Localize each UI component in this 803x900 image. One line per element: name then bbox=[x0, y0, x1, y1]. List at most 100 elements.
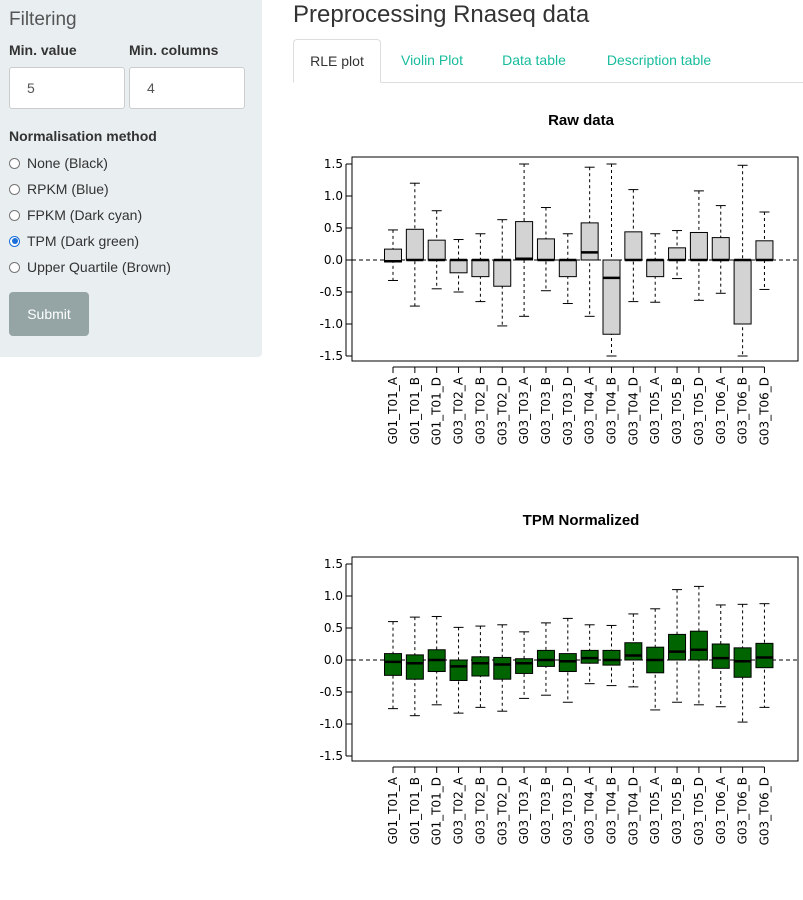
x-tick-label: G03_T05_B bbox=[670, 777, 684, 844]
box-body bbox=[493, 259, 512, 287]
box-body bbox=[711, 237, 730, 261]
box-body bbox=[755, 642, 774, 669]
tab-data-table[interactable]: Data table bbox=[489, 39, 579, 81]
x-tick-label: G03_T02_A bbox=[452, 376, 466, 444]
x-tick-label: G03_T06_A bbox=[714, 776, 728, 844]
radio-button-selected[interactable] bbox=[9, 235, 20, 247]
min-columns-input[interactable] bbox=[129, 67, 245, 109]
y-tick-label: 0.0 bbox=[324, 253, 343, 267]
box-body bbox=[427, 239, 446, 261]
box-body bbox=[471, 259, 490, 278]
radio-option-none[interactable]: None (Black) bbox=[9, 154, 108, 172]
x-tick-label: G03_T04_D bbox=[626, 377, 640, 445]
box-body bbox=[602, 649, 621, 666]
y-tick-label: -1.0 bbox=[320, 717, 343, 731]
radio-button[interactable] bbox=[9, 157, 20, 169]
radio-button[interactable] bbox=[9, 183, 20, 195]
sidebar-title: Filtering bbox=[9, 9, 77, 30]
radio-label: Upper Quartile (Brown) bbox=[27, 259, 171, 275]
box-body bbox=[624, 642, 643, 661]
box-body bbox=[493, 656, 512, 680]
x-tick-label: G03_T05_D bbox=[692, 777, 706, 845]
box-body bbox=[449, 659, 468, 681]
page-title: Preprocessing Rnaseq data bbox=[293, 1, 590, 28]
y-tick-label: 1.0 bbox=[324, 189, 343, 203]
y-tick-label: 1.5 bbox=[324, 557, 343, 571]
submit-button[interactable]: Submit bbox=[9, 292, 89, 336]
y-tick-label: -0.5 bbox=[320, 685, 343, 699]
x-tick-label: G03_T06_B bbox=[736, 377, 750, 444]
radio-option-upper-quartile[interactable]: Upper Quartile (Brown) bbox=[9, 258, 171, 276]
box-body bbox=[449, 259, 468, 274]
box-body bbox=[689, 630, 708, 661]
box-body bbox=[384, 653, 402, 676]
box-body bbox=[624, 231, 643, 261]
x-tick-label: G03_T03_B bbox=[539, 377, 553, 444]
radio-option-rpkm[interactable]: RPKM (Blue) bbox=[9, 180, 109, 198]
x-tick-label: G03_T02_B bbox=[473, 377, 487, 444]
box-body bbox=[558, 259, 577, 278]
radio-button[interactable] bbox=[9, 261, 20, 273]
normalisation-method-label: Normalisation method bbox=[9, 128, 157, 144]
x-tick-label: G03_T03_A bbox=[517, 776, 531, 844]
radio-label: TPM (Dark green) bbox=[27, 233, 140, 249]
x-tick-label: G01_T01_D bbox=[430, 377, 444, 445]
x-tick-label: G01_T01_B bbox=[408, 777, 422, 844]
box-body bbox=[405, 228, 424, 261]
tab-rle-plot[interactable]: RLE plot bbox=[293, 39, 381, 83]
box-body bbox=[711, 643, 730, 669]
radio-button[interactable] bbox=[9, 209, 20, 221]
box-body bbox=[471, 656, 490, 677]
x-tick-label: G03_T03_D bbox=[561, 377, 575, 445]
box-body bbox=[733, 259, 752, 325]
box-body bbox=[558, 653, 577, 673]
radio-option-tpm[interactable]: TPM (Dark green) bbox=[9, 232, 139, 250]
y-tick-label: -1.0 bbox=[320, 317, 343, 331]
radio-label: None (Black) bbox=[27, 155, 108, 171]
x-tick-label: G03_T04_A bbox=[583, 776, 597, 844]
tab-description-table[interactable]: Description table bbox=[593, 39, 725, 81]
y-tick-label: 1.5 bbox=[324, 157, 343, 171]
box-body bbox=[405, 654, 424, 680]
y-tick-label: -1.5 bbox=[320, 749, 343, 763]
x-tick-label: G03_T04_B bbox=[605, 777, 619, 844]
min-value-input[interactable] bbox=[9, 67, 125, 109]
x-tick-label: G03_T04_A bbox=[583, 376, 597, 444]
box-body bbox=[580, 222, 599, 261]
x-tick-label: G03_T02_D bbox=[495, 377, 509, 445]
box-body bbox=[755, 240, 774, 261]
x-tick-label: G03_T02_D bbox=[495, 777, 509, 845]
y-tick-label: 0.5 bbox=[324, 621, 343, 635]
y-tick-label: -1.5 bbox=[320, 349, 343, 363]
tpm-normalized-rle-plot: TPM Normalized 1.5 1.0 0.5 0.0 -0.5 -1.0 -1.5 G0… bbox=[320, 512, 799, 845]
y-tick-label: -0.5 bbox=[320, 285, 343, 299]
radio-option-fpkm[interactable]: FPKM (Dark cyan) bbox=[9, 206, 142, 224]
x-tick-label: G03_T04_B bbox=[605, 377, 619, 444]
box-body bbox=[536, 238, 555, 261]
y-tick-label: 0.0 bbox=[324, 653, 343, 667]
tab-bar: RLE plot Violin Plot Data table Descript… bbox=[293, 39, 803, 83]
x-tick-label: G03_T03_B bbox=[539, 777, 553, 844]
x-tick-label: G03_T06_D bbox=[757, 377, 771, 445]
x-tick-label: G03_T06_A bbox=[714, 376, 728, 444]
raw-data-rle-plot: Raw data 1.5 1.0 0.5 0.0 -0.5 -1.0 -1.5 G01_T01_… bbox=[320, 112, 799, 445]
box-body bbox=[733, 647, 752, 678]
box-body bbox=[536, 649, 555, 667]
x-tick-label: G03_T06_B bbox=[736, 777, 750, 844]
x-tick-label: G03_T02_B bbox=[473, 777, 487, 844]
x-tick-label: G03_T03_A bbox=[517, 376, 531, 444]
min-columns-label: Min. columns bbox=[129, 42, 219, 58]
tab-violin-plot[interactable]: Violin Plot bbox=[389, 39, 475, 81]
x-tick-label: G03_T06_D bbox=[757, 777, 771, 845]
chart-title: TPM Normalized bbox=[523, 512, 640, 529]
radio-label: FPKM (Dark cyan) bbox=[27, 207, 143, 223]
box-body bbox=[689, 231, 708, 261]
x-tick-label: G03_T05_A bbox=[648, 776, 662, 844]
x-tick-label: G03_T05_A bbox=[648, 376, 662, 444]
box-body bbox=[668, 633, 687, 661]
y-tick-label: 0.5 bbox=[324, 221, 343, 235]
box-body bbox=[668, 247, 687, 261]
y-tick-label: 1.0 bbox=[324, 589, 343, 603]
x-tick-label: G03_T05_B bbox=[670, 377, 684, 444]
x-tick-label: G03_T04_D bbox=[626, 777, 640, 845]
